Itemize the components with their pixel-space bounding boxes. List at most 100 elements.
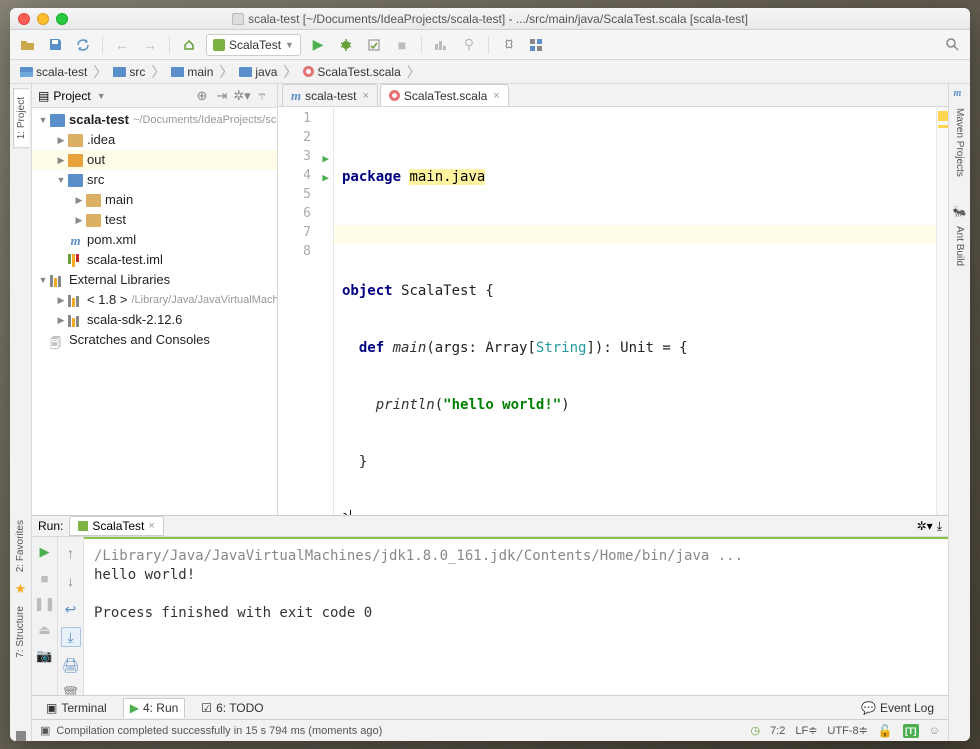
warning-marker[interactable] xyxy=(938,125,948,128)
editor-tab-pom[interactable]: mscala-test× xyxy=(282,84,378,106)
tree-row-sdk[interactable]: ▶scala-sdk-2.12.6 xyxy=(32,310,277,330)
file-encoding[interactable]: UTF-8≑ xyxy=(827,724,867,737)
run-panel-hide-button[interactable]: ⤓ xyxy=(937,519,942,534)
close-tab-button[interactable]: × xyxy=(493,90,499,102)
tree-row-root[interactable]: ▼scala-test~/Documents/IdeaProjects/scal… xyxy=(32,110,277,130)
breadcrumb-java[interactable]: java xyxy=(235,65,281,79)
caret-position[interactable]: 7:2 xyxy=(770,725,785,737)
undo-button[interactable]: ← xyxy=(111,34,133,56)
search-everywhere-button[interactable] xyxy=(942,34,964,56)
run-icon: ▶ xyxy=(130,701,139,715)
run-button[interactable]: ▶ xyxy=(307,34,329,56)
run-panel-settings-button[interactable]: ✲▾ xyxy=(917,519,933,534)
debug-button[interactable] xyxy=(335,34,357,56)
breadcrumb-src[interactable]: src xyxy=(109,65,149,79)
ant-icon: 🐜 xyxy=(953,205,967,218)
soft-wrap-button[interactable]: ↩ xyxy=(61,599,81,619)
file-icon xyxy=(232,13,244,25)
ant-tool-tab[interactable]: Ant Build xyxy=(952,218,967,274)
collapse-all-button[interactable]: ⇥ xyxy=(213,87,231,105)
settings-button[interactable] xyxy=(497,34,519,56)
panel-settings-button[interactable]: ✲▾ xyxy=(233,87,251,105)
scala-config-icon xyxy=(213,39,225,51)
breadcrumb-main[interactable]: main xyxy=(167,65,217,79)
profile-button[interactable] xyxy=(430,34,452,56)
stop-button[interactable]: ■ xyxy=(391,34,413,56)
status-message: Compilation completed successfully in 15… xyxy=(56,725,382,737)
redo-button[interactable]: → xyxy=(139,34,161,56)
attach-button[interactable]: ⚲ xyxy=(458,34,480,56)
sync-button[interactable] xyxy=(72,34,94,56)
titlebar: scala-test [~/Documents/IdeaProjects/sca… xyxy=(10,8,970,30)
terminal-tab[interactable]: ▣Terminal xyxy=(40,698,113,718)
console-output[interactable]: /Library/Java/JavaVirtualMachines/jdk1.8… xyxy=(84,537,948,703)
module-icon xyxy=(20,67,33,77)
tree-row-idea[interactable]: ▶.idea xyxy=(32,130,277,150)
breadcrumb-project[interactable]: scala-test xyxy=(16,65,91,79)
line-separator[interactable]: LF≑ xyxy=(795,724,817,737)
run-panel-label: Run: xyxy=(38,519,63,533)
project-tree[interactable]: ▼scala-test~/Documents/IdeaProjects/scal… xyxy=(32,108,277,515)
project-tool-window: ▤ Project ▼ ⊕ ⇥ ✲▾ ⥾ ▼scala-test~/Docume… xyxy=(32,84,278,515)
minimize-window-button[interactable] xyxy=(37,13,49,25)
tree-row-jdk[interactable]: ▶< 1.8 >/Library/Java/JavaVirtualMachine… xyxy=(32,290,277,310)
run-tool-window: Run: ScalaTest × ✲▾ ⤓ ▶ ■ ❚❚ xyxy=(32,515,948,695)
up-stacktrace-button[interactable]: ↑ xyxy=(61,543,81,563)
structure-tool-tab[interactable]: 7: Structure xyxy=(12,597,29,667)
readonly-lock-icon[interactable]: 🔓 xyxy=(878,724,893,738)
code-editor[interactable]: 1 2 3▶ 4▶ 5 6 7 8 package main.java xyxy=(278,107,948,515)
inspection-indicator[interactable]: ◷ xyxy=(750,724,760,737)
tree-row-scratches[interactable]: 🗐Scratches and Consoles xyxy=(32,330,277,350)
maven-tool-tab[interactable]: Maven Projects xyxy=(952,100,967,185)
warning-marker[interactable] xyxy=(938,111,948,121)
rerun-button[interactable]: ▶ xyxy=(36,543,54,561)
project-structure-button[interactable] xyxy=(525,34,547,56)
tree-row-iml[interactable]: scala-test.iml xyxy=(32,250,277,270)
hide-panel-button[interactable]: ⥾ xyxy=(253,87,271,105)
event-log-tab[interactable]: 💬Event Log xyxy=(855,698,940,718)
terminal-icon: ▣ xyxy=(46,701,57,715)
breadcrumb-file[interactable]: ScalaTest.scala xyxy=(299,65,404,79)
open-button[interactable] xyxy=(16,34,38,56)
scroll-to-end-button[interactable]: ⤓ xyxy=(61,627,81,647)
project-view-icon: ▤ xyxy=(38,89,49,103)
dump-threads-button[interactable]: 📷 xyxy=(36,647,54,665)
pause-run-button[interactable]: ❚❚ xyxy=(36,595,54,613)
maven-file-icon: m xyxy=(291,88,301,104)
close-window-button[interactable] xyxy=(18,13,30,25)
editor-tab-scalatest[interactable]: ScalaTest.scala× xyxy=(380,84,509,106)
coverage-button[interactable] xyxy=(363,34,385,56)
scroll-to-source-button[interactable]: ⊕ xyxy=(193,87,211,105)
print-button[interactable]: 🖨 xyxy=(61,655,81,675)
stop-run-button[interactable]: ■ xyxy=(36,569,54,587)
tree-row-ext-lib[interactable]: ▼External Libraries xyxy=(32,270,277,290)
tree-row-src[interactable]: ▼src xyxy=(32,170,277,190)
error-stripe[interactable] xyxy=(936,107,948,515)
build-button[interactable] xyxy=(178,34,200,56)
run-configuration-select[interactable]: ScalaTest ▼ xyxy=(206,34,301,56)
tree-row-pom[interactable]: mpom.xml xyxy=(32,230,277,250)
ide-window: scala-test [~/Documents/IdeaProjects/sca… xyxy=(10,8,970,741)
todo-tab[interactable]: ☑6: TODO xyxy=(195,698,269,718)
close-run-tab-button[interactable]: × xyxy=(148,520,154,532)
type-aware-badge[interactable]: [T] xyxy=(903,724,919,738)
breadcrumb: scala-test〉 src〉 main〉 java〉 ScalaTest.s… xyxy=(10,60,970,84)
run-line-marker[interactable]: ▶ xyxy=(322,152,329,165)
tree-row-out[interactable]: ▶out xyxy=(32,150,277,170)
down-stacktrace-button[interactable]: ↓ xyxy=(61,571,81,591)
run-line-marker[interactable]: ▶ xyxy=(322,171,329,184)
favorites-tool-tab[interactable]: 2: Favorites xyxy=(12,511,29,581)
close-tab-button[interactable]: × xyxy=(362,90,368,102)
save-all-button[interactable] xyxy=(44,34,66,56)
hector-icon[interactable]: ☺ xyxy=(929,725,940,737)
tree-row-main[interactable]: ▶main xyxy=(32,190,277,210)
zoom-window-button[interactable] xyxy=(56,13,68,25)
scala-file-icon xyxy=(389,90,400,101)
tree-row-test[interactable]: ▶test xyxy=(32,210,277,230)
project-tool-tab[interactable]: 1: Project xyxy=(13,88,29,148)
exit-button[interactable]: ⏏ xyxy=(36,621,54,639)
scala-file-icon xyxy=(303,66,314,77)
run-session-tab[interactable]: ScalaTest × xyxy=(69,516,163,536)
line-gutter: 1 2 3▶ 4▶ 5 6 7 8 xyxy=(278,107,334,515)
run-tab[interactable]: ▶4: Run xyxy=(123,698,186,718)
